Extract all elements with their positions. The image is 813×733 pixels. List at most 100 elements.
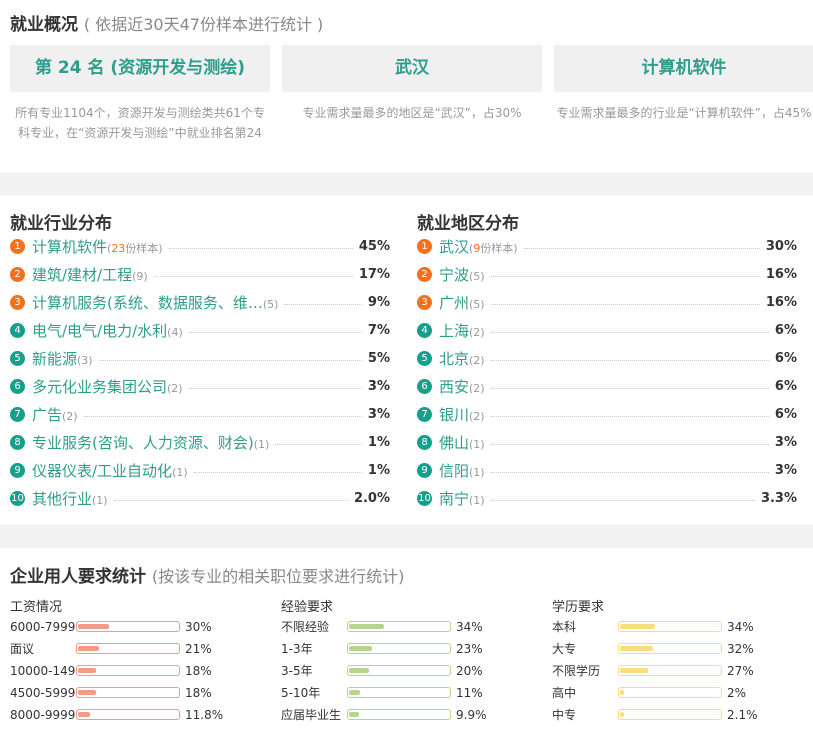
- rank-badge: 1: [417, 239, 432, 254]
- rank-badge: 10: [417, 491, 432, 506]
- industry-row[interactable]: 1 计算机软件(23份样本) 45%: [10, 236, 390, 258]
- industry-row[interactable]: 3 计算机服务(系统、数据服务、维…(5) 9%: [10, 292, 390, 314]
- industry-name[interactable]: 广告(2): [32, 404, 78, 428]
- industry-row[interactable]: 5 新能源(3) 5%: [10, 348, 390, 370]
- industry-percent: 45%: [358, 239, 390, 254]
- industry-percent: 17%: [358, 267, 390, 282]
- experience-title: 经验要求: [281, 600, 334, 615]
- region-row[interactable]: 6 西安(2) 6%: [417, 376, 797, 398]
- region-row[interactable]: 1 武汉(9份样本) 30%: [417, 236, 797, 258]
- salary-bar-track: [76, 643, 180, 654]
- salary-row: 4500-5999 18%: [10, 684, 250, 702]
- industry-name[interactable]: 其他行业(1): [32, 488, 108, 512]
- region-name-text: 北京: [439, 350, 470, 368]
- region-percent: 6%: [774, 323, 797, 338]
- region-row[interactable]: 2 宁波(5) 16%: [417, 264, 797, 286]
- salary-row: 10000-14999 18%: [10, 662, 250, 680]
- dotted-leader: [491, 416, 769, 417]
- salary-label: 8000-9999: [10, 708, 76, 722]
- region-name[interactable]: 上海(2): [439, 320, 485, 344]
- industry-name[interactable]: 建筑/建材/工程(9): [32, 264, 148, 288]
- industry-percent: 2.0%: [353, 491, 390, 506]
- dotted-leader: [99, 360, 362, 361]
- industry-count: (4): [167, 326, 183, 339]
- industry-count: (5): [262, 298, 279, 311]
- top-region-desc: 专业需求量最多的地区是“武汉”，占30%: [302, 106, 522, 120]
- industry-row[interactable]: 6 多元化业务集团公司(2) 3%: [10, 376, 390, 398]
- region-count: (1): [469, 466, 485, 479]
- industry-name[interactable]: 专业服务(咨询、人力资源、财会)(1): [32, 432, 269, 456]
- industry-name[interactable]: 新能源(3): [32, 348, 93, 372]
- industry-name[interactable]: 多元化业务集团公司(2): [32, 376, 183, 400]
- education-bar-track: [618, 665, 722, 676]
- experience-percent: 11%: [456, 686, 483, 700]
- experience-bar-track: [347, 687, 451, 698]
- region-row[interactable]: 3 广州(5) 16%: [417, 292, 797, 314]
- salary-percent: 18%: [185, 664, 212, 678]
- experience-bar-track: [347, 621, 451, 632]
- industry-row[interactable]: 7 广告(2) 3%: [10, 404, 390, 426]
- region-row[interactable]: 4 上海(2) 6%: [417, 320, 797, 342]
- rank-box: 第 24 名 (资源开发与测绘): [10, 45, 270, 92]
- experience-bar-track: [347, 709, 451, 720]
- experience-row: 应届毕业生 9.9%: [281, 706, 521, 724]
- experience-bar-fill: [349, 712, 360, 717]
- rank-badge: 9: [417, 463, 432, 478]
- overview-subtitle: ( 依据近30天47份样本进行统计 ): [83, 15, 324, 34]
- region-name-text: 西安: [439, 378, 470, 396]
- education-percent: 32%: [727, 642, 754, 656]
- region-row[interactable]: 10 南宁(1) 3.3%: [417, 488, 797, 510]
- education-bar-fill: [620, 712, 625, 717]
- experience-bar-fill: [349, 646, 373, 651]
- region-row[interactable]: 9 信阳(1) 3%: [417, 460, 797, 482]
- industry-row[interactable]: 4 电气/电气/电力/水利(4) 7%: [10, 320, 390, 342]
- rank-badge: 4: [10, 323, 25, 338]
- region-name[interactable]: 佛山(1): [439, 432, 485, 456]
- region-count: (2): [469, 410, 485, 423]
- experience-percent: 20%: [456, 664, 483, 678]
- rank-badge: 6: [417, 379, 432, 394]
- region-count: (5): [469, 298, 485, 311]
- rank-badge: 4: [417, 323, 432, 338]
- industry-percent: 1%: [367, 435, 390, 450]
- industry-name[interactable]: 电气/电气/电力/水利(4): [32, 320, 183, 344]
- experience-bar-fill: [349, 668, 370, 673]
- industry-row[interactable]: 9 仪器仪表/工业自动化(1) 1%: [10, 460, 390, 482]
- education-row: 不限学历 27%: [552, 662, 792, 680]
- industry-percent: 9%: [367, 295, 390, 310]
- region-name[interactable]: 银川(2): [439, 404, 485, 428]
- region-name[interactable]: 武汉(9份样本): [439, 236, 518, 260]
- region-row[interactable]: 7 银川(2) 6%: [417, 404, 797, 426]
- region-name[interactable]: 南宁(1): [439, 488, 485, 512]
- industry-name[interactable]: 计算机服务(系统、数据服务、维…(5): [32, 292, 278, 316]
- rank-badge: 6: [10, 379, 25, 394]
- rank-badge: 7: [10, 407, 25, 422]
- region-name[interactable]: 宁波(5): [439, 264, 485, 288]
- top-region-box: 武汉: [282, 45, 542, 92]
- requirements-panel: 企业用人要求统计 (按该专业的相关职位要求进行统计) 工资情况 经验要求 学历要…: [0, 548, 813, 733]
- industry-row[interactable]: 10 其他行业(1) 2.0%: [10, 488, 390, 510]
- region-row[interactable]: 8 佛山(1) 3%: [417, 432, 797, 454]
- region-name[interactable]: 信阳(1): [439, 460, 485, 484]
- rank-badge: 1: [10, 239, 25, 254]
- industry-row[interactable]: 2 建筑/建材/工程(9) 17%: [10, 264, 390, 286]
- region-name-text: 银川: [439, 406, 470, 424]
- experience-label: 3-5年: [281, 664, 313, 678]
- region-percent: 6%: [774, 407, 797, 422]
- region-name[interactable]: 北京(2): [439, 348, 485, 372]
- count-suffix: 份样本): [125, 242, 163, 255]
- industry-name[interactable]: 仪器仪表/工业自动化(1): [32, 460, 188, 484]
- industry-count: (1): [172, 466, 188, 479]
- region-name[interactable]: 西安(2): [439, 376, 485, 400]
- industry-count: (3): [77, 354, 93, 367]
- experience-label: 1-3年: [281, 642, 313, 656]
- rank-badge: 2: [417, 267, 432, 282]
- requirements-title-text: 企业用人要求统计: [10, 567, 146, 587]
- region-name[interactable]: 广州(5): [439, 292, 485, 316]
- region-row[interactable]: 5 北京(2) 6%: [417, 348, 797, 370]
- education-row: 中专 2.1%: [552, 706, 792, 724]
- dotted-leader: [114, 500, 348, 501]
- experience-row: 5-10年 11%: [281, 684, 521, 702]
- industry-row[interactable]: 8 专业服务(咨询、人力资源、财会)(1) 1%: [10, 432, 390, 454]
- industry-name[interactable]: 计算机软件(23份样本): [32, 236, 163, 260]
